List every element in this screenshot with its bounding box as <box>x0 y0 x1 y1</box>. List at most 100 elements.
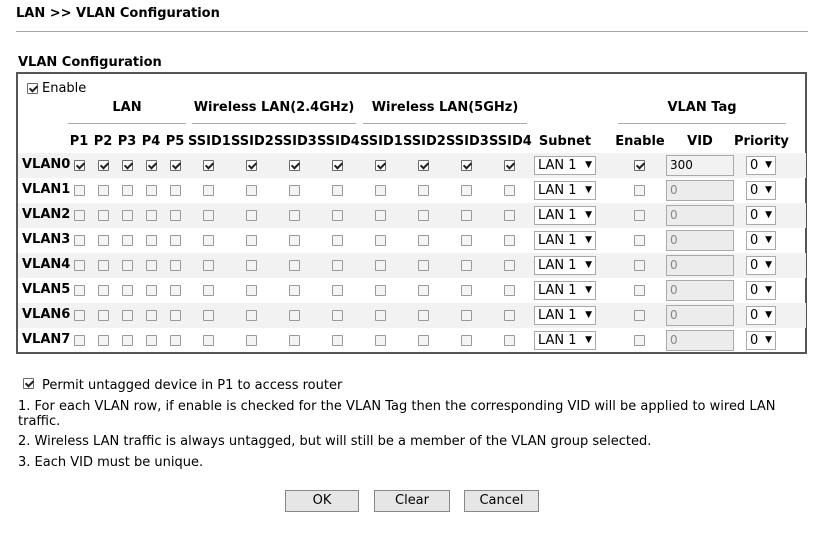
wlan5-ssid3-checkbox[interactable] <box>461 235 472 246</box>
port-p2-checkbox[interactable] <box>98 185 109 196</box>
wlan24-ssid4-checkbox[interactable] <box>332 185 343 196</box>
wlan24-ssid2-checkbox[interactable] <box>246 335 257 346</box>
vid-input[interactable]: 0 <box>666 330 734 351</box>
port-p4-checkbox[interactable] <box>146 285 157 296</box>
port-p5-checkbox[interactable] <box>170 160 181 171</box>
wlan24-ssid2-checkbox[interactable] <box>246 185 257 196</box>
port-p3-checkbox[interactable] <box>122 310 133 321</box>
subnet-select[interactable]: LAN 1 ▼ <box>534 331 596 350</box>
wlan5-ssid1-checkbox[interactable] <box>375 335 386 346</box>
vid-input[interactable]: 300 <box>666 155 734 176</box>
wlan24-ssid1-checkbox[interactable] <box>203 160 214 171</box>
subnet-select[interactable]: LAN 1 ▼ <box>534 181 596 200</box>
wlan5-ssid3-checkbox[interactable] <box>461 310 472 321</box>
priority-select[interactable]: 0 ▼ <box>746 331 776 350</box>
wlan5-ssid1-checkbox[interactable] <box>375 310 386 321</box>
port-p2-checkbox[interactable] <box>98 285 109 296</box>
port-p1-checkbox[interactable] <box>74 310 85 321</box>
priority-select[interactable]: 0 ▼ <box>746 281 776 300</box>
vlan-tag-enable-checkbox[interactable] <box>634 285 645 296</box>
wlan24-ssid3-checkbox[interactable] <box>289 160 300 171</box>
port-p1-checkbox[interactable] <box>74 335 85 346</box>
port-p2-checkbox[interactable] <box>98 310 109 321</box>
port-p3-checkbox[interactable] <box>122 335 133 346</box>
wlan24-ssid1-checkbox[interactable] <box>203 235 214 246</box>
wlan5-ssid4-checkbox[interactable] <box>504 160 515 171</box>
wlan24-ssid2-checkbox[interactable] <box>246 285 257 296</box>
wlan24-ssid1-checkbox[interactable] <box>203 285 214 296</box>
port-p4-checkbox[interactable] <box>146 185 157 196</box>
port-p4-checkbox[interactable] <box>146 235 157 246</box>
port-p1-checkbox[interactable] <box>74 210 85 221</box>
clear-button[interactable]: Clear <box>374 490 450 512</box>
wlan5-ssid4-checkbox[interactable] <box>504 310 515 321</box>
port-p5-checkbox[interactable] <box>170 335 181 346</box>
ok-button[interactable]: OK <box>285 490 359 512</box>
wlan24-ssid2-checkbox[interactable] <box>246 310 257 321</box>
wlan5-ssid3-checkbox[interactable] <box>461 260 472 271</box>
priority-select[interactable]: 0 ▼ <box>746 256 776 275</box>
wlan5-ssid2-checkbox[interactable] <box>418 285 429 296</box>
wlan5-ssid4-checkbox[interactable] <box>504 260 515 271</box>
port-p4-checkbox[interactable] <box>146 335 157 346</box>
wlan5-ssid1-checkbox[interactable] <box>375 160 386 171</box>
port-p5-checkbox[interactable] <box>170 285 181 296</box>
port-p1-checkbox[interactable] <box>74 235 85 246</box>
wlan5-ssid4-checkbox[interactable] <box>504 335 515 346</box>
port-p1-checkbox[interactable] <box>74 160 85 171</box>
wlan24-ssid2-checkbox[interactable] <box>246 260 257 271</box>
priority-select[interactable]: 0 ▼ <box>746 156 776 175</box>
port-p4-checkbox[interactable] <box>146 160 157 171</box>
priority-select[interactable]: 0 ▼ <box>746 206 776 225</box>
vid-input[interactable]: 0 <box>666 255 734 276</box>
subnet-select[interactable]: LAN 1 ▼ <box>534 306 596 325</box>
vlan-tag-enable-checkbox[interactable] <box>634 235 645 246</box>
wlan24-ssid3-checkbox[interactable] <box>289 210 300 221</box>
wlan5-ssid2-checkbox[interactable] <box>418 185 429 196</box>
subnet-select[interactable]: LAN 1 ▼ <box>534 281 596 300</box>
enable-checkbox[interactable] <box>27 83 38 94</box>
port-p5-checkbox[interactable] <box>170 235 181 246</box>
port-p4-checkbox[interactable] <box>146 260 157 271</box>
wlan5-ssid2-checkbox[interactable] <box>418 160 429 171</box>
wlan24-ssid4-checkbox[interactable] <box>332 335 343 346</box>
wlan24-ssid3-checkbox[interactable] <box>289 285 300 296</box>
wlan24-ssid4-checkbox[interactable] <box>332 210 343 221</box>
port-p5-checkbox[interactable] <box>170 310 181 321</box>
wlan5-ssid3-checkbox[interactable] <box>461 335 472 346</box>
wlan24-ssid2-checkbox[interactable] <box>246 210 257 221</box>
port-p1-checkbox[interactable] <box>74 285 85 296</box>
vlan-tag-enable-checkbox[interactable] <box>634 310 645 321</box>
wlan24-ssid3-checkbox[interactable] <box>289 235 300 246</box>
wlan5-ssid1-checkbox[interactable] <box>375 285 386 296</box>
port-p1-checkbox[interactable] <box>74 260 85 271</box>
vlan-tag-enable-checkbox[interactable] <box>634 260 645 271</box>
wlan24-ssid2-checkbox[interactable] <box>246 235 257 246</box>
wlan5-ssid3-checkbox[interactable] <box>461 285 472 296</box>
port-p4-checkbox[interactable] <box>146 310 157 321</box>
wlan5-ssid1-checkbox[interactable] <box>375 210 386 221</box>
port-p3-checkbox[interactable] <box>122 285 133 296</box>
wlan5-ssid2-checkbox[interactable] <box>418 235 429 246</box>
vid-input[interactable]: 0 <box>666 230 734 251</box>
port-p2-checkbox[interactable] <box>98 335 109 346</box>
priority-select[interactable]: 0 ▼ <box>746 231 776 250</box>
vid-input[interactable]: 0 <box>666 205 734 226</box>
wlan24-ssid1-checkbox[interactable] <box>203 310 214 321</box>
port-p1-checkbox[interactable] <box>74 185 85 196</box>
wlan24-ssid3-checkbox[interactable] <box>289 310 300 321</box>
port-p3-checkbox[interactable] <box>122 260 133 271</box>
vid-input[interactable]: 0 <box>666 305 734 326</box>
wlan24-ssid2-checkbox[interactable] <box>246 160 257 171</box>
wlan5-ssid1-checkbox[interactable] <box>375 260 386 271</box>
wlan24-ssid1-checkbox[interactable] <box>203 210 214 221</box>
port-p2-checkbox[interactable] <box>98 235 109 246</box>
port-p3-checkbox[interactable] <box>122 185 133 196</box>
cancel-button[interactable]: Cancel <box>464 490 539 512</box>
subnet-select[interactable]: LAN 1 ▼ <box>534 206 596 225</box>
port-p3-checkbox[interactable] <box>122 235 133 246</box>
wlan24-ssid1-checkbox[interactable] <box>203 260 214 271</box>
wlan24-ssid1-checkbox[interactable] <box>203 335 214 346</box>
priority-select[interactable]: 0 ▼ <box>746 306 776 325</box>
wlan5-ssid4-checkbox[interactable] <box>504 235 515 246</box>
